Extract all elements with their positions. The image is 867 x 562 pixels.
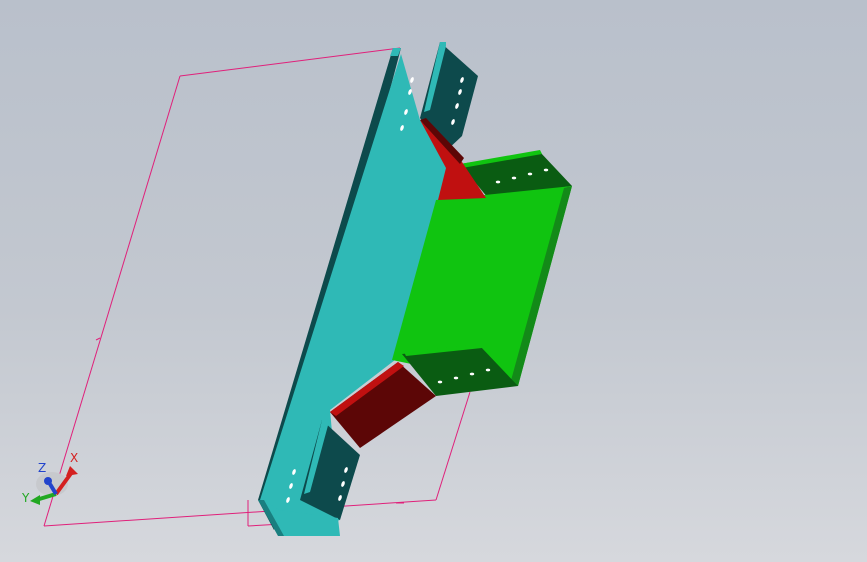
triad-z-arrow-icon	[44, 477, 52, 485]
model-canvas[interactable]: X Y Z	[0, 0, 867, 562]
triad-y-arrow-icon	[30, 495, 40, 505]
graphics-viewport[interactable]: X Y Z	[0, 0, 867, 562]
triad-y-label: Y	[21, 491, 30, 505]
triad-x-label: X	[70, 451, 78, 465]
coordinate-triad[interactable]: X Y Z	[21, 451, 78, 505]
triad-x-arrow-icon	[66, 466, 78, 476]
triad-z-label: Z	[38, 461, 46, 475]
sketch-plane-outline	[179, 47, 401, 77]
